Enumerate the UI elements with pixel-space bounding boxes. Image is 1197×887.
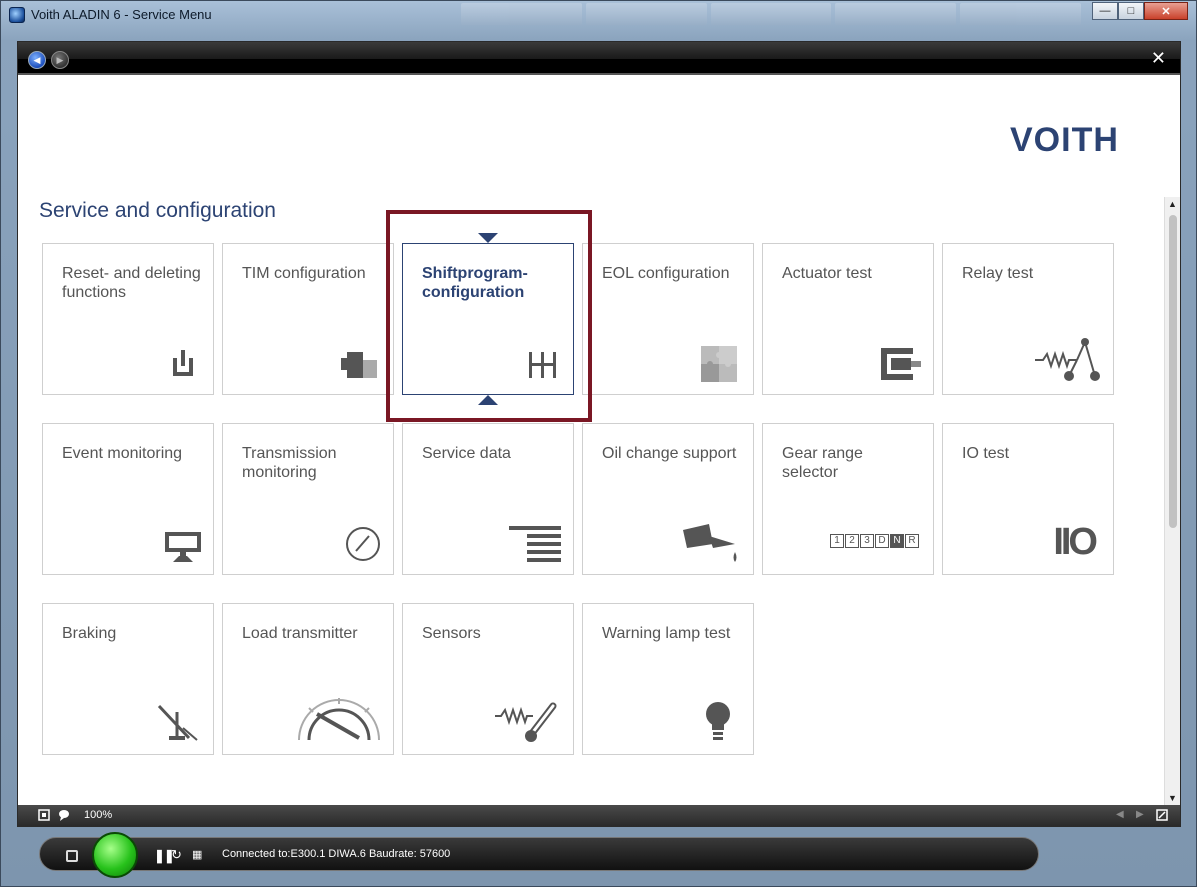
tile-warning-lamp-test[interactable]: Warning lamp test bbox=[582, 603, 754, 755]
gear-key: R bbox=[905, 534, 919, 548]
brake-lever-icon bbox=[157, 704, 198, 741]
bg-tab bbox=[960, 3, 1081, 25]
service-content: VOITH Service and configuration Reset- a… bbox=[18, 77, 1164, 805]
grid-icon[interactable]: ▦ bbox=[192, 848, 202, 861]
tile-io-test[interactable]: IO test IIO bbox=[942, 423, 1114, 575]
gear-key: D bbox=[875, 534, 889, 548]
tile-braking[interactable]: Braking bbox=[42, 603, 214, 755]
tile-label: Braking bbox=[62, 625, 117, 642]
tile-label: Event monitoring bbox=[62, 445, 183, 462]
highlight-box bbox=[386, 210, 592, 422]
gear-key: 3 bbox=[860, 534, 874, 548]
nav-bar: ◀ ▶ ✕ bbox=[18, 42, 1180, 75]
power-icon bbox=[173, 350, 193, 376]
gear-range-icon: 1 2 3 D N R bbox=[830, 534, 919, 548]
bg-tab bbox=[710, 3, 832, 25]
tile-label: Actuator test bbox=[782, 265, 872, 282]
fit-screen-icon[interactable] bbox=[38, 809, 50, 821]
tile-label: Load transmitter bbox=[242, 625, 358, 642]
gear-key-active: N bbox=[890, 534, 904, 548]
expand-icon[interactable] bbox=[1156, 809, 1168, 821]
title-bar: Voith ALADIN 6 - Service Menu — □ ✕ bbox=[1, 1, 1196, 29]
load-gauge-icon bbox=[298, 698, 380, 741]
tile-label: TIM configuration bbox=[242, 265, 366, 282]
actuator-icon bbox=[881, 348, 921, 380]
scroll-down-icon[interactable]: ▼ bbox=[1168, 793, 1177, 803]
tile-gear-range-selector[interactable]: Gear range selector 1 2 3 D N R bbox=[762, 423, 934, 575]
tile-label: EOL configuration bbox=[602, 265, 730, 282]
minimize-icon: — bbox=[1099, 5, 1111, 17]
tile-label: IO test bbox=[962, 445, 1010, 462]
bg-tab bbox=[461, 3, 582, 25]
tile-label: Transmission monitoring bbox=[242, 445, 337, 481]
forward-button[interactable]: ▶ bbox=[51, 51, 69, 69]
bottom-dock: ❚❚ ↻ ▦ Connected to:E300.1 DIWA.6 Baudra… bbox=[39, 832, 1039, 878]
window-controls: — □ ✕ bbox=[1092, 2, 1188, 20]
tile-tim-configuration[interactable]: TIM configuration bbox=[222, 243, 394, 395]
close-menu-button[interactable]: ✕ bbox=[1150, 48, 1166, 68]
io-icon: IIO bbox=[1053, 521, 1098, 563]
scroll-thumb[interactable] bbox=[1169, 215, 1177, 528]
status-bar: 100% ◀ ▶ bbox=[18, 805, 1180, 826]
arrow-right-icon: ▶ bbox=[56, 54, 64, 65]
tile-relay-test[interactable]: Relay test bbox=[942, 243, 1114, 395]
relay-icon bbox=[1035, 338, 1100, 381]
tile-reset-deleting[interactable]: Reset- and deleting functions bbox=[42, 243, 214, 395]
connection-status: Connected to:E300.1 DIWA.6 Baudrate: 576… bbox=[222, 848, 451, 860]
tile-label: Gear range selector bbox=[782, 445, 863, 481]
tile-label: Reset- and deleting functions bbox=[62, 265, 201, 301]
app-window: Voith ALADIN 6 - Service Menu — □ ✕ ◀ ▶ … bbox=[0, 0, 1197, 887]
tile-label: Service data bbox=[422, 445, 511, 462]
tile-sensors[interactable]: Sensors bbox=[402, 603, 574, 755]
minimize-button[interactable]: — bbox=[1092, 2, 1118, 20]
tile-label: Relay test bbox=[962, 265, 1034, 282]
tile-transmission-monitoring[interactable]: Transmission monitoring bbox=[222, 423, 394, 575]
gear-key: 2 bbox=[845, 534, 859, 548]
maximize-icon: □ bbox=[1127, 5, 1135, 17]
zoom-level: 100% bbox=[84, 809, 113, 821]
tile-service-data[interactable]: Service data bbox=[402, 423, 574, 575]
tile-label: Sensors bbox=[422, 625, 481, 642]
scroll-up-icon[interactable]: ▲ bbox=[1168, 199, 1177, 209]
tim-block-icon bbox=[341, 352, 377, 378]
thermometer-icon bbox=[495, 702, 557, 742]
app-icon bbox=[9, 7, 25, 23]
stop-button[interactable] bbox=[66, 850, 78, 862]
arrow-left-icon: ◀ bbox=[33, 54, 41, 65]
lines-icon bbox=[509, 526, 561, 562]
tile-label: Warning lamp test bbox=[602, 625, 731, 642]
tile-label: Oil change support bbox=[602, 445, 737, 462]
oil-can-icon bbox=[683, 524, 737, 562]
back-button[interactable]: ◀ bbox=[28, 51, 46, 69]
gauge-icon bbox=[346, 527, 380, 561]
background-tabs bbox=[461, 3, 1081, 25]
scroll-right-icon[interactable]: ▶ bbox=[1136, 809, 1144, 820]
window-title: Voith ALADIN 6 - Service Menu bbox=[31, 7, 212, 22]
monitor-icon bbox=[165, 532, 201, 562]
lamp-icon bbox=[706, 702, 730, 740]
bg-tab bbox=[585, 3, 707, 25]
tile-event-monitoring[interactable]: Event monitoring bbox=[42, 423, 214, 575]
tile-eol-configuration[interactable]: EOL configuration bbox=[582, 243, 754, 395]
comment-icon[interactable] bbox=[58, 809, 70, 821]
tile-actuator-test[interactable]: Actuator test bbox=[762, 243, 934, 395]
app-frame: ◀ ▶ ✕ VOITH Service and configuration Re… bbox=[17, 41, 1181, 827]
tile-load-transmitter[interactable]: Load transmitter bbox=[222, 603, 394, 755]
tile-oil-change-support[interactable]: Oil change support bbox=[582, 423, 754, 575]
scroll-left-icon[interactable]: ◀ bbox=[1116, 809, 1124, 820]
page-title: Service and configuration bbox=[39, 199, 276, 222]
close-window-button[interactable]: ✕ bbox=[1144, 2, 1188, 20]
maximize-button[interactable]: □ bbox=[1118, 2, 1144, 20]
voith-logo: VOITH bbox=[1010, 121, 1119, 159]
vertical-scrollbar[interactable]: ▲ ▼ bbox=[1164, 197, 1180, 805]
loop-icon[interactable]: ↻ bbox=[171, 847, 182, 863]
bg-tab bbox=[835, 3, 957, 25]
connect-button[interactable] bbox=[92, 832, 138, 878]
gear-key: 1 bbox=[830, 534, 844, 548]
close-icon: ✕ bbox=[1161, 5, 1171, 18]
puzzle-icon bbox=[701, 346, 737, 382]
close-icon: ✕ bbox=[1150, 48, 1166, 68]
